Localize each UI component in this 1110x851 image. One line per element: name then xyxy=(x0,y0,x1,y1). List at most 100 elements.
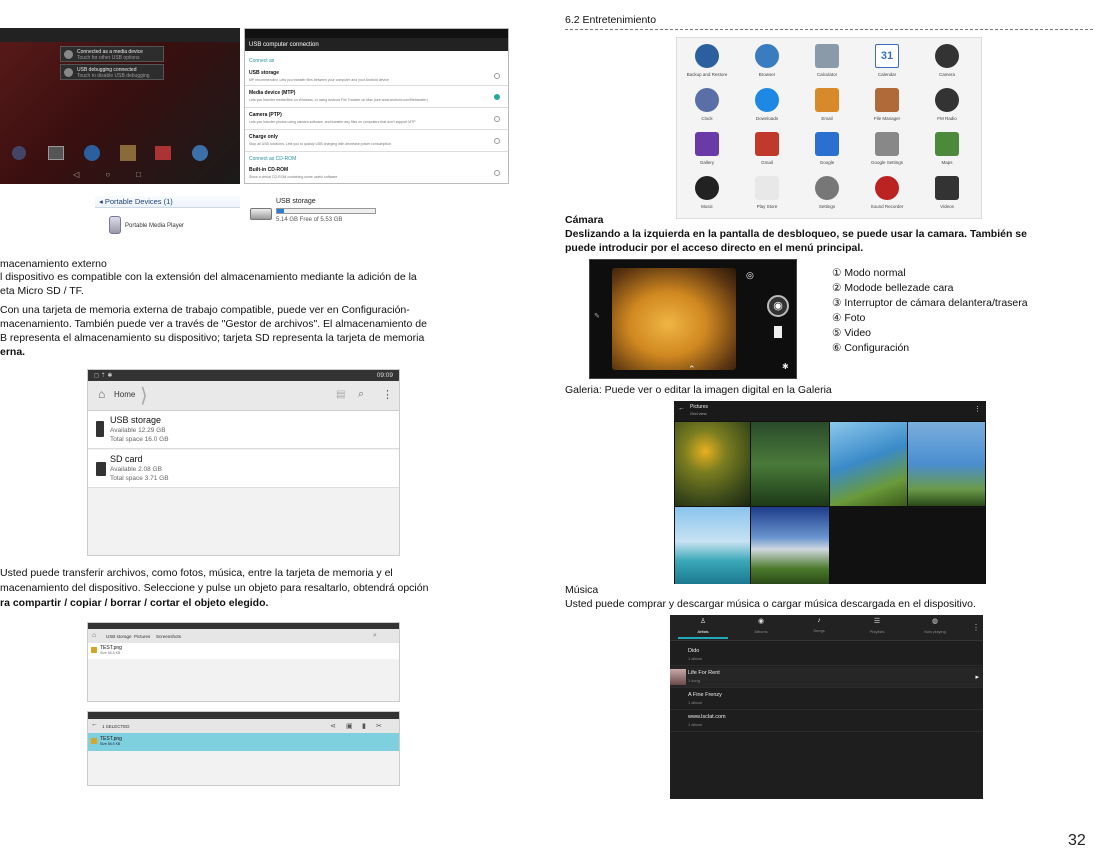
gallery-thumbnail[interactable] xyxy=(830,422,907,506)
radio-button-checked[interactable] xyxy=(494,94,500,100)
gallery-thumbnail[interactable] xyxy=(751,507,829,584)
radio-button[interactable] xyxy=(494,170,500,176)
home-icon[interactable]: ⌂ xyxy=(98,387,105,401)
app-icon[interactable] xyxy=(84,145,100,161)
usb-storage-drive[interactable]: USB storage 5.14 GB Free of 5.53 GB xyxy=(246,196,380,232)
music-list-item[interactable]: A Fine Frenzy 1 album xyxy=(670,689,983,710)
app-icon[interactable] xyxy=(12,146,26,160)
app-icon[interactable] xyxy=(192,145,208,161)
music-tab-albums[interactable]: ◉ Albums xyxy=(736,617,786,639)
app-icon-camera[interactable]: Camera xyxy=(925,44,969,77)
notification-card[interactable]: Connected as a media device Touch for ot… xyxy=(60,46,164,62)
usb-option[interactable]: Built-in CD-ROM Show a virtual CD-ROM co… xyxy=(245,163,508,183)
app-icon-gmail[interactable]: Gmail xyxy=(745,132,789,165)
app-icon-music[interactable]: Music xyxy=(685,176,729,209)
app-icon-play-store[interactable]: Play Store xyxy=(745,176,789,209)
camera-feature-list: ① Modo normal ② Mododе bellezade cara ③ In… xyxy=(832,266,1028,356)
camera-mode-icon[interactable]: ◎ xyxy=(746,270,754,281)
page-number: 32 xyxy=(1068,832,1086,849)
music-tab-now-playing[interactable]: ◍ Now playing xyxy=(910,617,960,639)
portable-devices-header[interactable]: ◂ Portable Devices (1) xyxy=(99,197,173,206)
camera-icon xyxy=(935,44,959,68)
share-icon[interactable]: ⋖ xyxy=(330,722,336,730)
music-list-item[interactable]: Dido 1 album xyxy=(670,645,983,666)
app-label: Email xyxy=(821,116,833,121)
music-list-item[interactable]: ▸ Life For Rent 1 song xyxy=(670,667,983,688)
app-icon[interactable] xyxy=(155,146,171,160)
app-icon-browser[interactable]: Browser xyxy=(745,44,789,77)
app-icon-email[interactable]: Email xyxy=(805,88,849,121)
app-icon-videos[interactable]: Videos xyxy=(925,176,969,209)
cut-icon[interactable]: ✂ xyxy=(376,722,382,730)
app-icon-downloads[interactable]: Downloads xyxy=(745,88,789,121)
portable-devices-panel: ◂ Portable Devices (1) Portable Media Pl… xyxy=(95,196,240,244)
fm-radio-icon xyxy=(935,88,959,112)
chevron-up-icon[interactable]: ⌃ xyxy=(688,364,696,375)
app-icon-settings[interactable]: Settings xyxy=(805,176,849,209)
file-list-screenshot: ⌂ USB storage Pictures Screenshots ⌕ TES… xyxy=(87,622,400,702)
file-row[interactable]: TEST.png Size 86.5 KB xyxy=(88,643,399,659)
video-button[interactable] xyxy=(774,326,782,338)
app-icon-maps[interactable]: Maps xyxy=(925,132,969,165)
overflow-menu-icon[interactable]: ⋮ xyxy=(974,405,981,413)
storage-item-sd[interactable]: SD card Available 2.08 GB Total space 3.… xyxy=(88,450,399,488)
notification-card[interactable]: USB debugging connected Touch to disable… xyxy=(60,64,164,80)
camera-screenshot: ◎ ◉ ✱ ⌃ ✎ xyxy=(589,259,797,379)
search-icon[interactable]: ⌕ xyxy=(358,388,364,401)
app-icon-sound-recorder[interactable]: Sound Recorder xyxy=(865,176,909,209)
calendar-icon: 31 xyxy=(875,44,899,68)
back-arrow-icon[interactable]: ← xyxy=(91,721,98,728)
music-tab-artists[interactable]: ♙ Artists xyxy=(678,617,728,639)
beauty-mode-icon[interactable]: ✎ xyxy=(594,312,600,320)
file-row-selected[interactable]: TEST.png Size 86.5 KB xyxy=(88,733,399,751)
calculator-icon xyxy=(815,44,839,68)
app-icon-fm-radio[interactable]: FM Radio xyxy=(925,88,969,121)
usb-option[interactable]: Charge only Stop all USB functions. Lets… xyxy=(245,130,508,152)
back-arrow-icon[interactable]: ← xyxy=(678,405,685,412)
breadcrumb-home[interactable]: Home xyxy=(114,390,135,399)
usb-option[interactable]: Media device (MTP) Lets you transfer med… xyxy=(245,86,508,108)
music-item-title: Life For Rent xyxy=(688,670,720,676)
app-icon-clock[interactable]: Clock xyxy=(685,88,729,121)
app-icon[interactable] xyxy=(120,145,136,161)
radio-button[interactable] xyxy=(494,73,500,79)
app-icon-calculator[interactable]: Calculator xyxy=(805,44,849,77)
overflow-menu-icon[interactable]: ⋮ xyxy=(382,388,393,401)
overflow-menu-icon[interactable]: ⋮ xyxy=(972,623,980,632)
play-icon[interactable]: ▸ xyxy=(975,673,979,681)
usb-option[interactable]: Camera (PTP) Lets you transfer photos us… xyxy=(245,108,508,130)
storage-item-usb[interactable]: USB storage Available 12.29 GB Total spa… xyxy=(88,411,399,449)
app-icon-gallery[interactable]: Gallery xyxy=(685,132,729,165)
gallery-thumbnail[interactable] xyxy=(675,422,750,506)
music-tab-playlists[interactable]: ☰ Playlists xyxy=(852,617,902,639)
usb-option[interactable]: USB storage MP recommended. Lets you tra… xyxy=(245,66,508,86)
music-tab-songs[interactable]: ♪ Songs xyxy=(794,617,844,639)
app-icon-backup-and-restore[interactable]: Backup and Restore xyxy=(685,44,729,77)
radio-button[interactable] xyxy=(494,116,500,122)
app-icon-google-settings[interactable]: Google Settings xyxy=(865,132,909,165)
shutter-button[interactable]: ◉ xyxy=(767,295,789,317)
search-icon[interactable]: ⌕ xyxy=(373,632,377,640)
camera-feature-item: ② Mododе bellezade cara xyxy=(832,282,954,294)
app-icon-google[interactable]: Google xyxy=(805,132,849,165)
delete-icon[interactable]: ▮ xyxy=(362,722,366,730)
tab-label: Artists xyxy=(697,629,709,634)
copy-icon[interactable]: ▣ xyxy=(346,722,353,730)
gallery-thumbnail[interactable] xyxy=(908,422,985,506)
gallery-thumbnail[interactable] xyxy=(675,507,750,584)
tab-label: Playlists xyxy=(869,629,885,634)
app-label: Gallery xyxy=(699,160,715,165)
settings-icon[interactable]: ✱ xyxy=(782,362,789,371)
app-icon-calendar[interactable]: 31 Calendar xyxy=(865,44,909,77)
file-manager-screenshot: ◻ ⇡ ✱ 09:09 ⌂ Home ⟩ ▤ ⌕ ⋮ USB storage A… xyxy=(87,369,400,556)
app-icon-file-manager[interactable]: File Manager xyxy=(865,88,909,121)
music-list-item[interactable]: www.lsclat.com 1 album xyxy=(670,711,983,732)
home-icon[interactable]: ⌂ xyxy=(92,632,96,639)
gallery-thumbnail[interactable] xyxy=(751,422,829,506)
app-label: Google xyxy=(819,160,835,165)
radio-button[interactable] xyxy=(494,138,500,144)
gallery-icon xyxy=(695,132,719,156)
folder-icon[interactable]: ▤ xyxy=(336,389,345,400)
app-icon[interactable] xyxy=(48,146,64,160)
tab-label: Now playing xyxy=(924,629,946,634)
